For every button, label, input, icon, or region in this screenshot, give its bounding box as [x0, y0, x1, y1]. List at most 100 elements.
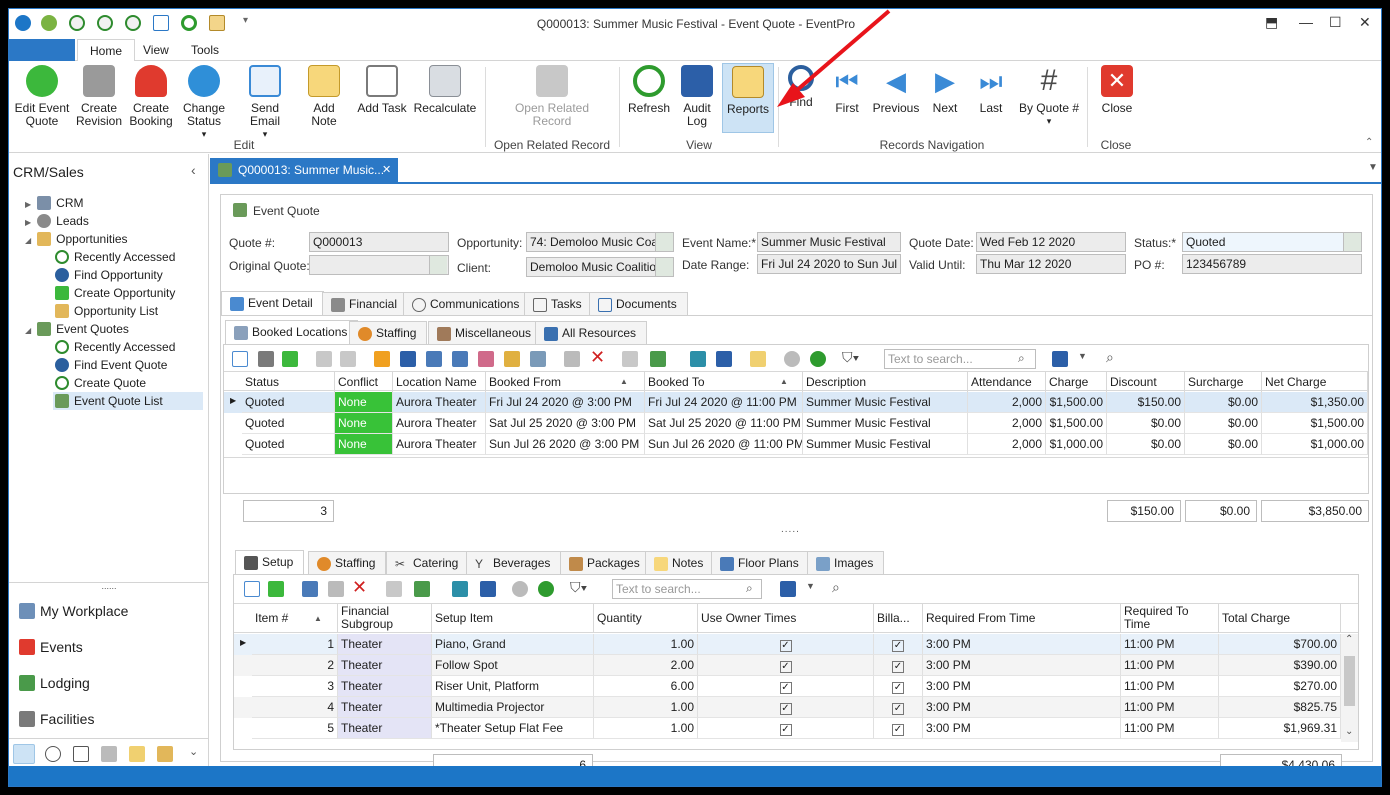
tree-item-opportunities[interactable]: ◢ Opportunities [25, 230, 128, 248]
save-layout-icon[interactable] [780, 581, 796, 597]
tab-tasks[interactable]: Tasks [524, 292, 593, 316]
tree-item-create-opportunity[interactable]: Create Opportunity [55, 284, 175, 302]
search-icon[interactable]: ⌕ [746, 581, 753, 596]
tab-tools[interactable]: Tools [179, 39, 231, 61]
status-field[interactable]: Quoted [1182, 232, 1362, 252]
table-cell[interactable]: Fri Jul 24 2020 @ 11:00 PM [645, 392, 803, 413]
table-cell[interactable]: $150.00 [1107, 392, 1185, 413]
checkbox[interactable]: ✓ [779, 724, 792, 736]
undo-icon[interactable] [340, 351, 356, 367]
checkbox[interactable]: ✓ [892, 703, 904, 715]
table-cell[interactable]: Piano, Grand [432, 634, 594, 655]
up-icon[interactable] [512, 581, 528, 597]
scroll-down-icon[interactable]: ⌄ [1345, 726, 1353, 737]
table-cell[interactable]: 2.00 [594, 655, 698, 676]
table-cell[interactable]: 3:00 PM [923, 655, 1121, 676]
audit-icon[interactable] [480, 581, 496, 597]
down-icon[interactable] [538, 581, 554, 597]
table-cell[interactable]: None [335, 413, 393, 434]
table-cell[interactable]: 11:00 PM [1121, 655, 1219, 676]
col-status[interactable]: Status [242, 372, 335, 392]
checkbox[interactable]: ✓ [779, 661, 792, 673]
table-cell[interactable]: ✓ [874, 697, 923, 718]
tab-floor-plans[interactable]: Floor Plans [711, 551, 810, 575]
table-cell[interactable]: $1,500.00 [1046, 413, 1107, 434]
nav-facilities[interactable]: Facilities [19, 708, 94, 730]
event-name-field[interactable]: Summer Music Festival [757, 232, 901, 252]
tree-item-find-opportunity[interactable]: Find Opportunity [55, 266, 163, 284]
table-cell[interactable]: 2 [252, 655, 338, 676]
table-cell[interactable]: Aurora Theater [393, 434, 486, 455]
table-cell[interactable]: $270.00 [1219, 676, 1341, 697]
last-record-button[interactable]: ⏭ Last [973, 65, 1009, 115]
close-window-icon[interactable]: ✕ [1359, 14, 1371, 31]
table-cell[interactable]: None [335, 434, 393, 455]
panel-splitter[interactable]: ..... [781, 524, 800, 535]
export-icon[interactable] [452, 581, 468, 597]
col-surcharge[interactable]: Surcharge [1185, 372, 1262, 392]
opportunity-lookup-icon[interactable] [655, 233, 673, 251]
list-item[interactable]: 3 Theater Riser Unit, Platform 6.00 ✓ ✓ 3:00 P… [234, 676, 1341, 697]
table-cell[interactable]: 3 [252, 676, 338, 697]
table-cell[interactable]: Summer Music Festival [803, 392, 968, 413]
list-item[interactable]: 5 Theater *Theater Setup Flat Fee 1.00 ✓ ✓ 3:0… [234, 718, 1341, 739]
restore-ribbon-icon[interactable]: ⬒ [1265, 14, 1278, 31]
delete-icon[interactable]: ✕ [590, 348, 605, 366]
app-menu-button[interactable] [9, 39, 75, 61]
new-icon[interactable] [244, 581, 260, 597]
add-note-button[interactable]: Add Note [299, 65, 349, 128]
table-cell[interactable]: Quoted [242, 434, 335, 455]
table-cell[interactable]: Aurora Theater [393, 392, 486, 413]
table-cell[interactable]: $1,969.31 [1219, 718, 1341, 739]
checkbox[interactable]: ✓ [779, 640, 792, 652]
export-icon[interactable] [690, 351, 706, 367]
tag-icon[interactable] [478, 351, 494, 367]
table-cell[interactable]: Riser Unit, Platform [432, 676, 594, 697]
tree-item-create-quote[interactable]: Create Quote [55, 374, 146, 392]
table-cell[interactable]: $1,350.00 [1262, 392, 1368, 413]
col-quantity[interactable]: Quantity [594, 604, 698, 632]
new-icon[interactable] [232, 351, 248, 367]
find-in-grid-icon[interactable]: ⌕ [832, 579, 840, 596]
col-net-charge[interactable]: Net Charge [1262, 372, 1368, 392]
col-setup-item[interactable]: Setup Item [432, 604, 594, 632]
setup-search-input[interactable]: Text to search... [612, 579, 762, 599]
previous-record-button[interactable]: ◀ Previous [871, 65, 921, 115]
scroll-thumb[interactable] [1344, 656, 1355, 706]
table-cell[interactable]: ✓ [698, 718, 874, 739]
table-cell[interactable]: Theater [338, 655, 432, 676]
table-cell[interactable]: Quoted [242, 392, 335, 413]
nav-lodging[interactable]: Lodging [19, 672, 90, 694]
table-cell[interactable]: ✓ [874, 655, 923, 676]
table-cell[interactable]: ✓ [698, 697, 874, 718]
setup-scrollbar[interactable]: ⌃ ⌄ [1341, 634, 1358, 742]
status-lookup-icon[interactable] [1343, 233, 1361, 251]
table-row[interactable]: Quoted None Aurora Theater Sun Jul 26 2020 … [224, 434, 1368, 455]
nav-my-workplace[interactable]: My Workplace [19, 600, 128, 622]
list-item[interactable]: 2 Theater Follow Spot 2.00 ✓ ✓ 3:00 PM 11:00 PM… [234, 655, 1341, 676]
create-booking-button[interactable]: Create Booking [127, 65, 175, 128]
create-revision-button[interactable]: Create Revision [75, 65, 123, 128]
table-cell[interactable]: ✓ [874, 718, 923, 739]
date-range-field[interactable]: Fri Jul 24 2020 to Sun Jul 26 [757, 254, 901, 274]
table-cell[interactable]: 4 [252, 697, 338, 718]
tab-images[interactable]: Images [807, 551, 885, 575]
table-cell[interactable]: 2,000 [968, 392, 1046, 413]
close-doc-tab-icon[interactable]: ✕ [382, 158, 391, 182]
audit-log-button[interactable]: Audit Log [677, 65, 717, 128]
recalculate-button[interactable]: Recalculate [413, 65, 477, 115]
table-cell[interactable]: Multimedia Projector [432, 697, 594, 718]
table-cell[interactable]: Follow Spot [432, 655, 594, 676]
table-cell[interactable]: 3:00 PM [923, 718, 1121, 739]
checkbox[interactable]: ✓ [892, 724, 904, 736]
by-quote-number-button[interactable]: # By Quote # ▾ [1015, 65, 1083, 128]
table-cell[interactable]: ✓ [698, 676, 874, 697]
original-quote-lookup-icon[interactable] [429, 256, 447, 274]
table-cell[interactable]: 5 [252, 718, 338, 739]
more-mini-icon[interactable]: ⌄ [189, 745, 198, 758]
table-cell[interactable]: 1.00 [594, 697, 698, 718]
quote-number-field[interactable]: Q000013 [309, 232, 449, 252]
down-icon[interactable] [810, 351, 826, 367]
table-cell[interactable]: $0.00 [1185, 434, 1262, 455]
tab-setup[interactable]: Setup [235, 550, 305, 575]
